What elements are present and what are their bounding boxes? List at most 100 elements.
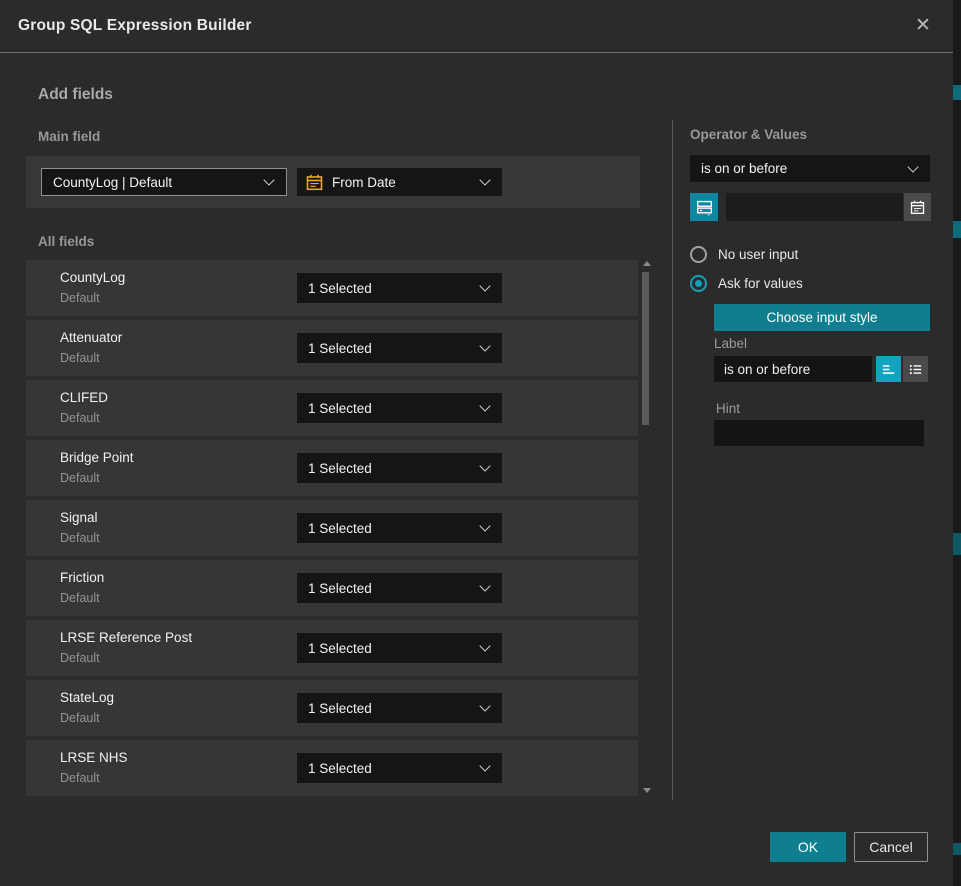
title-divider — [0, 52, 953, 53]
hint-caption: Hint — [716, 401, 740, 416]
field-row: LRSE Reference Post Default 1 Selected — [26, 620, 638, 676]
chevron-down-icon — [479, 700, 490, 711]
main-field-heading: Main field — [38, 129, 100, 144]
ok-button[interactable]: OK — [770, 832, 846, 862]
field-sublabel: Default — [60, 771, 100, 785]
field-sublabel: Default — [60, 291, 100, 305]
field-selection-dropdown[interactable]: 1 Selected — [297, 513, 502, 543]
field-selection-dropdown[interactable]: 1 Selected — [297, 693, 502, 723]
field-selection-dropdown[interactable]: 1 Selected — [297, 393, 502, 423]
radio-ask-for-values[interactable]: Ask for values — [690, 274, 803, 292]
layer-dropdown-value: CountyLog | Default — [42, 175, 172, 190]
chevron-down-icon — [479, 174, 490, 185]
field-row: Signal Default 1 Selected — [26, 500, 638, 556]
field-row: LRSE NHS Default 1 Selected — [26, 740, 638, 796]
background-accent — [953, 843, 961, 855]
field-selection-dropdown[interactable]: 1 Selected — [297, 753, 502, 783]
field-row: CountyLog Default 1 Selected — [26, 260, 638, 316]
add-fields-heading: Add fields — [38, 86, 113, 104]
field-selection-value: 1 Selected — [297, 761, 372, 776]
radio-label: Ask for values — [718, 276, 803, 291]
field-sublabel: Default — [60, 411, 100, 425]
background-accent — [953, 533, 961, 555]
field-row: Bridge Point Default 1 Selected — [26, 440, 638, 496]
choose-input-style-button[interactable]: Choose input style — [714, 304, 930, 331]
value-type-button[interactable] — [690, 193, 718, 221]
field-selection-value: 1 Selected — [297, 461, 372, 476]
field-selection-dropdown[interactable]: 1 Selected — [297, 633, 502, 663]
field-selection-value: 1 Selected — [297, 341, 372, 356]
chevron-down-icon — [907, 161, 918, 172]
radio-no-user-input[interactable]: No user input — [690, 245, 798, 263]
field-name: Bridge Point — [60, 450, 134, 465]
field-sublabel: Default — [60, 351, 100, 365]
field-name: Signal — [60, 510, 98, 525]
field-row: Friction Default 1 Selected — [26, 560, 638, 616]
field-sublabel: Default — [60, 591, 100, 605]
field-name: LRSE Reference Post — [60, 630, 192, 645]
background-app-strip — [953, 0, 961, 886]
main-field-dropdown[interactable]: From Date — [297, 168, 502, 196]
chevron-down-icon — [479, 340, 490, 351]
cancel-button-label: Cancel — [869, 839, 913, 855]
value-input[interactable] — [726, 193, 903, 221]
field-name: CountyLog — [60, 270, 125, 285]
operator-dropdown-value: is on or before — [690, 161, 787, 176]
chevron-down-icon — [479, 460, 490, 471]
chevron-down-icon — [479, 640, 490, 651]
field-selection-value: 1 Selected — [297, 701, 372, 716]
label-input[interactable] — [714, 356, 872, 382]
field-selection-value: 1 Selected — [297, 281, 372, 296]
field-selection-dropdown[interactable]: 1 Selected — [297, 453, 502, 483]
field-name: Attenuator — [60, 330, 122, 345]
calendar-icon — [910, 200, 925, 215]
all-fields-list: CountyLog Default 1 Selected Attenuator … — [26, 260, 638, 800]
background-accent — [953, 85, 961, 100]
field-name: CLIFED — [60, 390, 108, 405]
chevron-down-icon — [479, 280, 490, 291]
field-selection-dropdown[interactable]: 1 Selected — [297, 273, 502, 303]
date-picker-button[interactable] — [904, 193, 931, 221]
chevron-down-icon — [479, 400, 490, 411]
unique-values-icon — [696, 199, 713, 216]
scrollbar-thumb[interactable] — [642, 272, 649, 425]
chevron-down-icon — [479, 760, 490, 771]
cancel-button[interactable]: Cancel — [854, 832, 928, 862]
field-row: CLIFED Default 1 Selected — [26, 380, 638, 436]
layer-dropdown[interactable]: CountyLog | Default — [41, 168, 287, 196]
calendar-icon — [306, 174, 323, 191]
field-selection-value: 1 Selected — [297, 401, 372, 416]
radio-label: No user input — [718, 247, 798, 262]
main-field-dropdown-value: From Date — [323, 175, 396, 190]
dialog-title: Group SQL Expression Builder — [18, 0, 252, 52]
field-sublabel: Default — [60, 651, 100, 665]
background-accent — [953, 221, 961, 238]
field-row: StateLog Default 1 Selected — [26, 680, 638, 736]
field-selection-value: 1 Selected — [297, 641, 372, 656]
chevron-down-icon — [479, 580, 490, 591]
choose-input-style-label: Choose input style — [766, 310, 877, 325]
field-name: StateLog — [60, 690, 114, 705]
radio-icon — [690, 246, 707, 263]
operator-dropdown[interactable]: is on or before — [690, 155, 930, 182]
field-sublabel: Default — [60, 711, 100, 725]
close-icon[interactable]: ✕ — [911, 14, 935, 38]
main-field-panel: CountyLog | Default From Date — [26, 156, 640, 208]
scrollbar-up-icon[interactable] — [643, 261, 651, 266]
align-left-icon — [881, 362, 896, 377]
dialog-title-bar: Group SQL Expression Builder ✕ — [0, 0, 953, 52]
field-sublabel: Default — [60, 471, 100, 485]
input-style-list-button[interactable] — [903, 356, 928, 382]
label-caption: Label — [714, 336, 747, 351]
field-name: LRSE NHS — [60, 750, 128, 765]
chevron-down-icon — [263, 174, 274, 185]
field-sublabel: Default — [60, 531, 100, 545]
field-selection-value: 1 Selected — [297, 521, 372, 536]
hint-input[interactable] — [714, 420, 924, 446]
input-style-single-button[interactable] — [876, 356, 901, 382]
field-selection-dropdown[interactable]: 1 Selected — [297, 573, 502, 603]
scrollbar-down-icon[interactable] — [643, 788, 651, 793]
field-name: Friction — [60, 570, 104, 585]
operator-values-heading: Operator & Values — [690, 127, 807, 142]
field-selection-dropdown[interactable]: 1 Selected — [297, 333, 502, 363]
